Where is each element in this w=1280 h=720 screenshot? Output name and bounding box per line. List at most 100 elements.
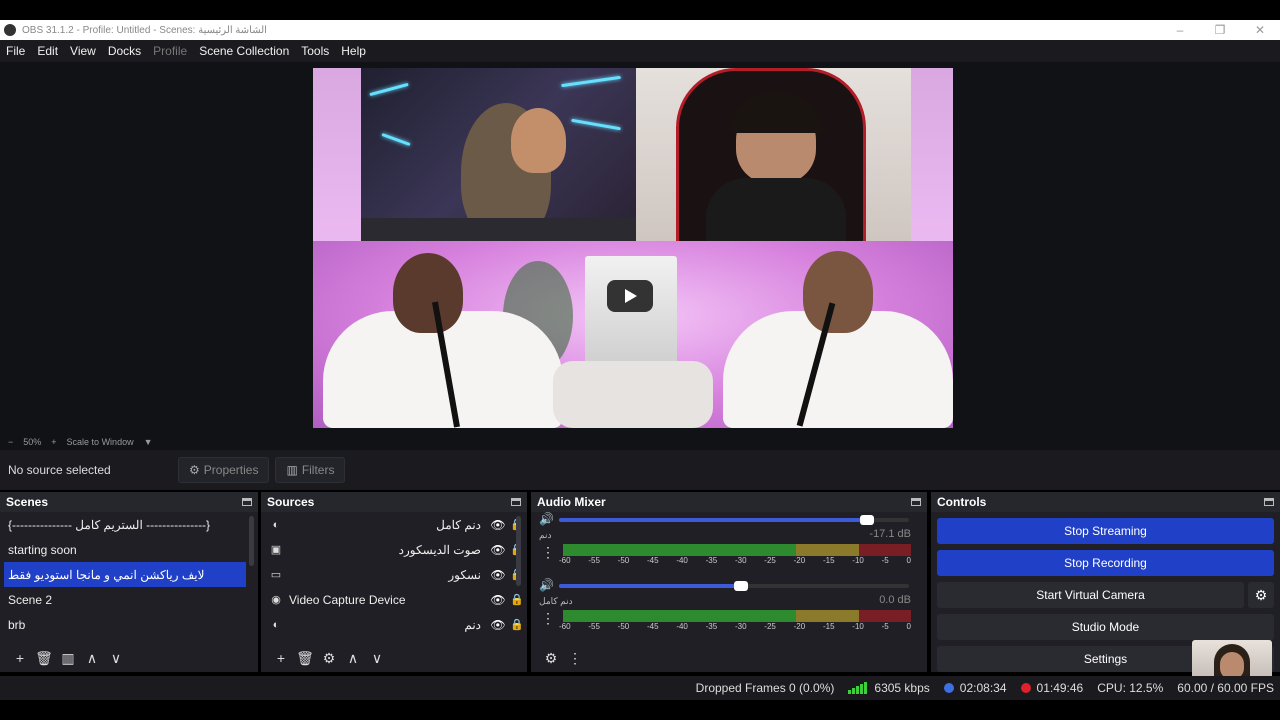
move-down-icon[interactable]: ∨ [365, 650, 389, 667]
stop-recording-button[interactable]: Stop Recording [937, 550, 1274, 576]
close-icon[interactable]: ✕ [1240, 23, 1280, 37]
tick-label: -10 [852, 556, 864, 565]
scene-item-selected[interactable]: لايف رياكشن انمي و مانجا استوديو فقط [4, 562, 246, 587]
scale-mode-select[interactable]: Scale to Window [67, 437, 134, 447]
source-name: Video Capture Device [289, 592, 406, 607]
undock-icon[interactable] [511, 498, 521, 506]
tick-label: -5 [881, 556, 889, 565]
properties-button[interactable]: ⚙ Properties [178, 457, 270, 483]
volume-slider-handle[interactable] [860, 515, 874, 525]
scenes-dock: Scenes {--------------- الستريم كامل ---… [0, 492, 258, 672]
menu-profile[interactable]: Profile [153, 44, 187, 58]
move-up-icon[interactable]: ∧ [341, 650, 365, 667]
menu-tools[interactable]: Tools [301, 44, 329, 58]
tick-label: -20 [793, 622, 806, 631]
chevron-down-icon[interactable]: ▼ [144, 437, 153, 447]
status-bar: Dropped Frames 0 (0.0%) 6305 kbps 02:08:… [0, 676, 1280, 700]
move-down-icon[interactable]: ∨ [104, 650, 128, 667]
zoom-out-icon[interactable]: − [8, 437, 13, 447]
menu-scene-collection[interactable]: Scene Collection [199, 44, 289, 58]
sources-title: Sources [267, 495, 315, 509]
channel-name: دنم كامل [539, 596, 573, 606]
lock-icon[interactable]: 🔒 [507, 618, 527, 631]
volume-slider[interactable] [559, 581, 909, 591]
restore-icon[interactable]: ❐ [1200, 23, 1240, 37]
menu-file[interactable]: File [6, 44, 25, 58]
scenes-header: Scenes [0, 492, 258, 512]
preview-area[interactable] [0, 62, 1280, 434]
obs-logo-icon [4, 24, 16, 36]
sources-header: Sources [261, 492, 527, 512]
scene-item[interactable]: starting soon [0, 537, 246, 562]
menu-view[interactable]: View [70, 44, 96, 58]
undock-icon[interactable] [911, 498, 921, 506]
browser-icon: ◐ [272, 518, 280, 531]
undock-icon[interactable] [242, 498, 252, 506]
menu-edit[interactable]: Edit [37, 44, 58, 58]
stop-streaming-button[interactable]: Stop Streaming [937, 518, 1274, 544]
browser-icon: ◐ [272, 618, 280, 631]
stream-time: 02:08:34 [959, 681, 1007, 695]
filters-label: Filters [301, 463, 335, 477]
mixer-channel: 🔊 دنم كامل 0.0 dB ⋮ -60 -55 -50 -45 -40 -35 -30 -25… [531, 578, 927, 644]
filters-button[interactable]: ▥ Filters [275, 457, 346, 483]
menu-docks[interactable]: Docks [108, 44, 141, 58]
lock-icon[interactable]: 🔒 [507, 593, 527, 606]
source-name: نسكور [448, 567, 481, 582]
source-item[interactable]: ◐ دنم 👁 🔒 [261, 612, 527, 637]
tick-label: -10 [852, 622, 864, 631]
channel-menu-icon[interactable]: ⋮ [541, 610, 555, 627]
virtual-camera-settings-gear-icon[interactable]: ⚙ [1248, 582, 1274, 608]
eye-icon[interactable]: 👁 [489, 568, 507, 582]
scenes-toolbar: + 🗑 ▥ ∧ ∨ [0, 644, 258, 672]
eye-icon[interactable]: 👁 [489, 543, 507, 557]
scene-item[interactable]: Scene 2 [0, 587, 246, 612]
sources-toolbar: + 🗑 ⚙ ∧ ∨ [261, 644, 527, 672]
advanced-audio-icon[interactable]: ⚙ [539, 650, 563, 667]
title-bar: OBS 31.1.2 - Profile: Untitled - Scenes:… [0, 20, 1280, 40]
sources-scrollbar[interactable] [516, 516, 521, 586]
source-item[interactable]: ▣صوت الديسكورد👁🔒 [261, 537, 527, 562]
tick-label: -35 [705, 622, 718, 631]
trash-icon[interactable]: 🗑 [293, 650, 317, 667]
move-up-icon[interactable]: ∧ [80, 650, 104, 667]
level-meter [563, 544, 911, 556]
source-item[interactable]: ▭نسكور👁🔒 [261, 562, 527, 587]
zoom-level: 50% [23, 437, 42, 447]
eye-icon[interactable]: 👁 [489, 518, 507, 532]
volume-slider[interactable] [559, 515, 909, 525]
channel-menu-icon[interactable]: ⋮ [541, 544, 555, 561]
minimize-icon[interactable]: – [1160, 23, 1200, 37]
volume-slider-handle[interactable] [734, 581, 748, 591]
zoom-in-icon[interactable]: + [51, 437, 56, 447]
mixer-toolbar: ⚙ ⋮ [531, 644, 927, 672]
gear-icon[interactable]: ⚙ [317, 650, 341, 667]
scene-item[interactable]: brb [0, 612, 246, 637]
preview-canvas[interactable] [313, 68, 953, 428]
eye-icon[interactable]: 👁 [489, 593, 507, 607]
undock-icon[interactable] [1264, 498, 1274, 506]
source-item[interactable]: ◉ Video Capture Device 👁 🔒 [261, 587, 527, 612]
speaker-icon[interactable]: 🔊 [539, 512, 554, 526]
scene-item[interactable]: {--------------- الستريم كامل ----------… [0, 512, 246, 537]
audio-mixer-title: Audio Mixer [537, 495, 606, 509]
speaker-icon[interactable]: 🔊 [539, 578, 554, 592]
trash-icon[interactable]: 🗑 [32, 650, 56, 667]
tick-label: -45 [646, 622, 659, 631]
filter-icon[interactable]: ▥ [56, 650, 80, 667]
add-icon[interactable]: + [8, 650, 32, 666]
more-menu-icon[interactable]: ⋮ [563, 650, 587, 667]
studio-mode-button[interactable]: Studio Mode [937, 614, 1274, 640]
menu-help[interactable]: Help [341, 44, 366, 58]
controls-title: Controls [937, 495, 987, 509]
tick-label: -50 [617, 556, 630, 565]
source-item[interactable]: ◐دنم كامل👁🔒 [261, 512, 527, 537]
mixer-channel: 🔊 دنم -17.1 dB ⋮ -60 -55 -50 -45 -40 -35 -30 -25 -20… [531, 512, 927, 578]
start-virtual-camera-button[interactable]: Start Virtual Camera [937, 582, 1244, 608]
channel-db: -17.1 dB [869, 528, 911, 540]
window-title: OBS 31.1.2 - Profile: Untitled - Scenes:… [22, 24, 267, 36]
eye-icon[interactable]: 👁 [489, 618, 507, 632]
add-icon[interactable]: + [269, 650, 293, 666]
scenes-scrollbar[interactable] [249, 516, 254, 566]
cpu-usage: CPU: 12.5% [1097, 681, 1164, 695]
